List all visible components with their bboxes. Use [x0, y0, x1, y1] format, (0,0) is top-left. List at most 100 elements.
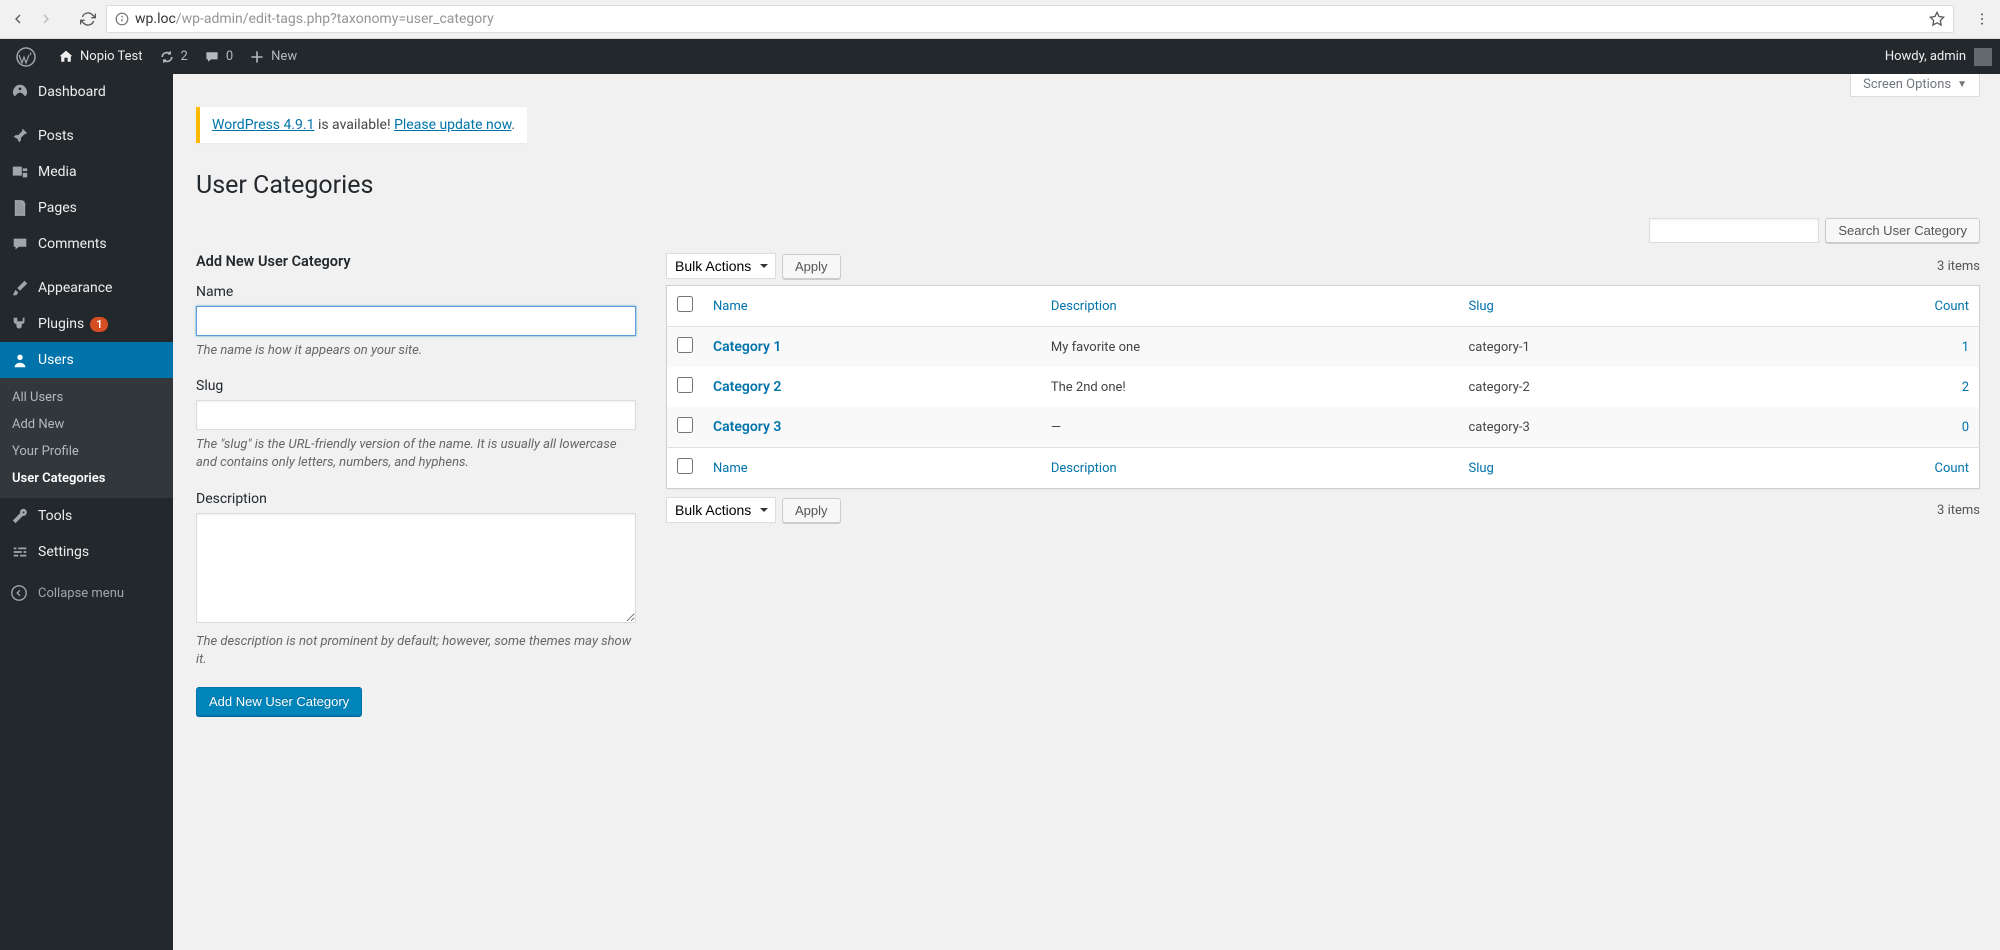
wrench-icon: [10, 507, 30, 525]
row-name-link[interactable]: Category 3: [713, 419, 781, 435]
collapse-menu[interactable]: Collapse menu: [0, 575, 173, 611]
col-slug[interactable]: Slug: [1459, 448, 1770, 489]
comment-icon: [10, 235, 30, 253]
name-input[interactable]: [196, 306, 636, 336]
menu-comments[interactable]: Comments: [0, 226, 173, 262]
menu-media[interactable]: Media: [0, 154, 173, 190]
forward-button[interactable]: [38, 11, 54, 27]
plug-icon: [10, 315, 30, 333]
row-slug: category-2: [1459, 367, 1770, 407]
name-help: The name is how it appears on your site.: [196, 342, 636, 360]
submenu-your-profile[interactable]: Your Profile: [0, 438, 173, 465]
back-button[interactable]: [10, 11, 26, 27]
slug-input[interactable]: [196, 400, 636, 430]
site-name[interactable]: Nopio Test: [50, 39, 151, 74]
col-count[interactable]: Count: [1769, 286, 1979, 327]
menu-dots-icon[interactable]: [1974, 11, 1990, 27]
comments-item[interactable]: 0: [196, 39, 241, 74]
row-count-link[interactable]: 2: [1962, 380, 1969, 395]
star-icon[interactable]: [1929, 11, 1945, 27]
bulk-actions-bottom[interactable]: Bulk Actions: [666, 497, 776, 523]
menu-appearance[interactable]: Appearance: [0, 270, 173, 306]
col-slug[interactable]: Slug: [1459, 286, 1770, 327]
col-name[interactable]: Name: [703, 286, 1041, 327]
update-icon: [159, 49, 175, 65]
home-icon: [58, 49, 74, 65]
table-row: Category 1 My favorite one category-1 1: [667, 327, 1980, 368]
items-count-bottom: 3 items: [1937, 503, 1980, 518]
row-slug: category-1: [1459, 327, 1770, 368]
browser-chrome: wp.loc/wp-admin/edit-tags.php?taxonomy=u…: [0, 0, 2000, 39]
page-icon: [10, 199, 30, 217]
admin-bar: Nopio Test 2 0 New Howdy, admin: [0, 39, 2000, 74]
row-count-link[interactable]: 1: [1962, 340, 1969, 355]
screen-options-button[interactable]: Screen Options ▼: [1850, 74, 1980, 97]
slug-help: The "slug" is the URL-friendly version o…: [196, 436, 636, 472]
row-checkbox[interactable]: [677, 337, 693, 353]
menu-settings[interactable]: Settings: [0, 534, 173, 570]
submenu-all-users[interactable]: All Users: [0, 384, 173, 411]
bulk-actions-top[interactable]: Bulk Actions: [666, 253, 776, 279]
row-description: My favorite one: [1041, 327, 1459, 368]
menu-dashboard[interactable]: Dashboard: [0, 74, 173, 110]
plus-icon: [249, 49, 265, 65]
categories-table: Name Description Slug Count Category 1 M…: [666, 285, 1980, 489]
update-notice: WordPress 4.9.1 is available! Please upd…: [196, 107, 527, 143]
wp-version-link[interactable]: WordPress 4.9.1: [212, 117, 314, 133]
wordpress-icon: [16, 47, 36, 67]
media-icon: [10, 163, 30, 181]
items-count-top: 3 items: [1937, 259, 1980, 274]
menu-plugins[interactable]: Plugins1: [0, 306, 173, 342]
howdy-user[interactable]: Howdy, admin: [1885, 48, 1992, 66]
description-input[interactable]: [196, 513, 636, 623]
collapse-icon: [10, 584, 30, 602]
updates-item[interactable]: 2: [151, 39, 196, 74]
col-name[interactable]: Name: [703, 448, 1041, 489]
new-content[interactable]: New: [241, 39, 305, 74]
row-slug: category-3: [1459, 407, 1770, 448]
plugins-badge: 1: [90, 317, 108, 332]
col-description[interactable]: Description: [1041, 286, 1459, 327]
chevron-down-icon: ▼: [1957, 79, 1967, 90]
avatar: [1974, 48, 1992, 66]
description-label: Description: [196, 491, 636, 507]
update-now-link[interactable]: Please update now: [394, 117, 511, 133]
row-description: —: [1041, 407, 1459, 448]
table-row: Category 3 — category-3 0: [667, 407, 1980, 448]
comment-icon: [204, 49, 220, 65]
row-count-link[interactable]: 0: [1962, 420, 1969, 435]
search-input[interactable]: [1649, 218, 1819, 243]
menu-posts[interactable]: Posts: [0, 118, 173, 154]
row-name-link[interactable]: Category 2: [713, 379, 781, 395]
url-text: wp.loc/wp-admin/edit-tags.php?taxonomy=u…: [135, 11, 494, 27]
url-bar[interactable]: wp.loc/wp-admin/edit-tags.php?taxonomy=u…: [106, 5, 1954, 33]
reload-button[interactable]: [80, 11, 96, 27]
col-description[interactable]: Description: [1041, 448, 1459, 489]
submit-button[interactable]: Add New User Category: [196, 687, 362, 716]
sliders-icon: [10, 543, 30, 561]
slug-label: Slug: [196, 378, 636, 394]
menu-tools[interactable]: Tools: [0, 498, 173, 534]
row-checkbox[interactable]: [677, 417, 693, 433]
select-all-bottom[interactable]: [677, 458, 693, 474]
select-all-top[interactable]: [677, 296, 693, 312]
row-name-link[interactable]: Category 1: [713, 339, 781, 355]
submenu-add-new[interactable]: Add New: [0, 411, 173, 438]
menu-pages[interactable]: Pages: [0, 190, 173, 226]
admin-sidebar: Dashboard Posts Media Pages Comments App…: [0, 74, 173, 950]
submenu-user-categories[interactable]: User Categories: [0, 465, 173, 492]
pin-icon: [10, 127, 30, 145]
menu-users[interactable]: Users: [0, 342, 173, 378]
brush-icon: [10, 279, 30, 297]
search-button[interactable]: Search User Category: [1825, 218, 1980, 243]
wp-logo[interactable]: [8, 39, 50, 74]
col-count[interactable]: Count: [1769, 448, 1979, 489]
name-label: Name: [196, 284, 636, 300]
row-checkbox[interactable]: [677, 377, 693, 393]
apply-button-bottom[interactable]: Apply: [782, 498, 841, 523]
gauge-icon: [10, 83, 30, 101]
page-title: User Categories: [196, 171, 1980, 200]
row-description: The 2nd one!: [1041, 367, 1459, 407]
table-row: Category 2 The 2nd one! category-2 2: [667, 367, 1980, 407]
apply-button-top[interactable]: Apply: [782, 254, 841, 279]
